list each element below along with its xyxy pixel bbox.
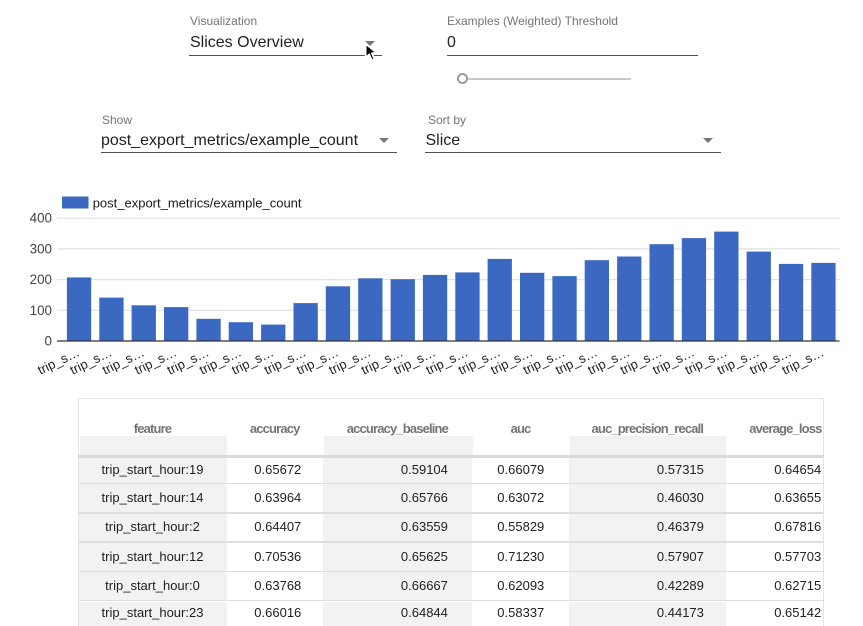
- svg-text:200: 200: [30, 272, 52, 287]
- svg-text:post_export_metrics/example_co: post_export_metrics/example_count: [93, 196, 302, 211]
- svg-text:300: 300: [30, 241, 52, 256]
- svg-text:0: 0: [45, 334, 52, 349]
- svg-text:400: 400: [30, 211, 52, 226]
- svg-text:100: 100: [30, 303, 52, 318]
